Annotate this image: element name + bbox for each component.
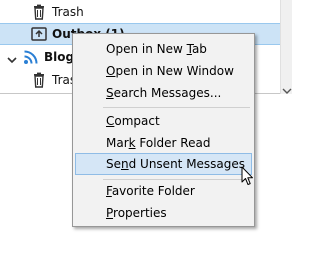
menu-separator: [103, 107, 250, 108]
vertical-scrollbar[interactable]: [280, 0, 292, 94]
scroll-down-arrow-icon[interactable]: [282, 84, 292, 94]
trash-icon: [31, 4, 47, 20]
mouse-pointer-icon: [241, 166, 255, 187]
menu-item-open-new-window[interactable]: Open in New Window: [75, 60, 252, 82]
menu-item-compact[interactable]: Compact: [75, 110, 252, 132]
rss-feed-icon: [23, 49, 39, 65]
menu-item-mark-folder-read[interactable]: Mark Folder Read: [75, 132, 252, 154]
menu-item-send-unsent-messages[interactable]: Send Unsent Messages: [75, 153, 252, 175]
folder-label: Trash: [52, 5, 84, 19]
chevron-down-icon[interactable]: [6, 51, 18, 64]
menu-item-favorite-folder[interactable]: Favorite Folder: [75, 180, 252, 202]
trash-icon: [31, 72, 47, 88]
menu-item-open-new-tab[interactable]: Open in New Tab: [75, 38, 252, 60]
menu-item-search-messages[interactable]: Search Messages...: [75, 82, 252, 104]
folder-context-menu: Open in New Tab Open in New Window Searc…: [72, 33, 255, 227]
thunderbird-folder-pane: Trash Outbox (1): [0, 0, 292, 273]
folder-row-trash[interactable]: Trash: [0, 1, 280, 23]
menu-item-properties[interactable]: Properties: [75, 202, 252, 224]
outbox-icon: [31, 26, 47, 42]
